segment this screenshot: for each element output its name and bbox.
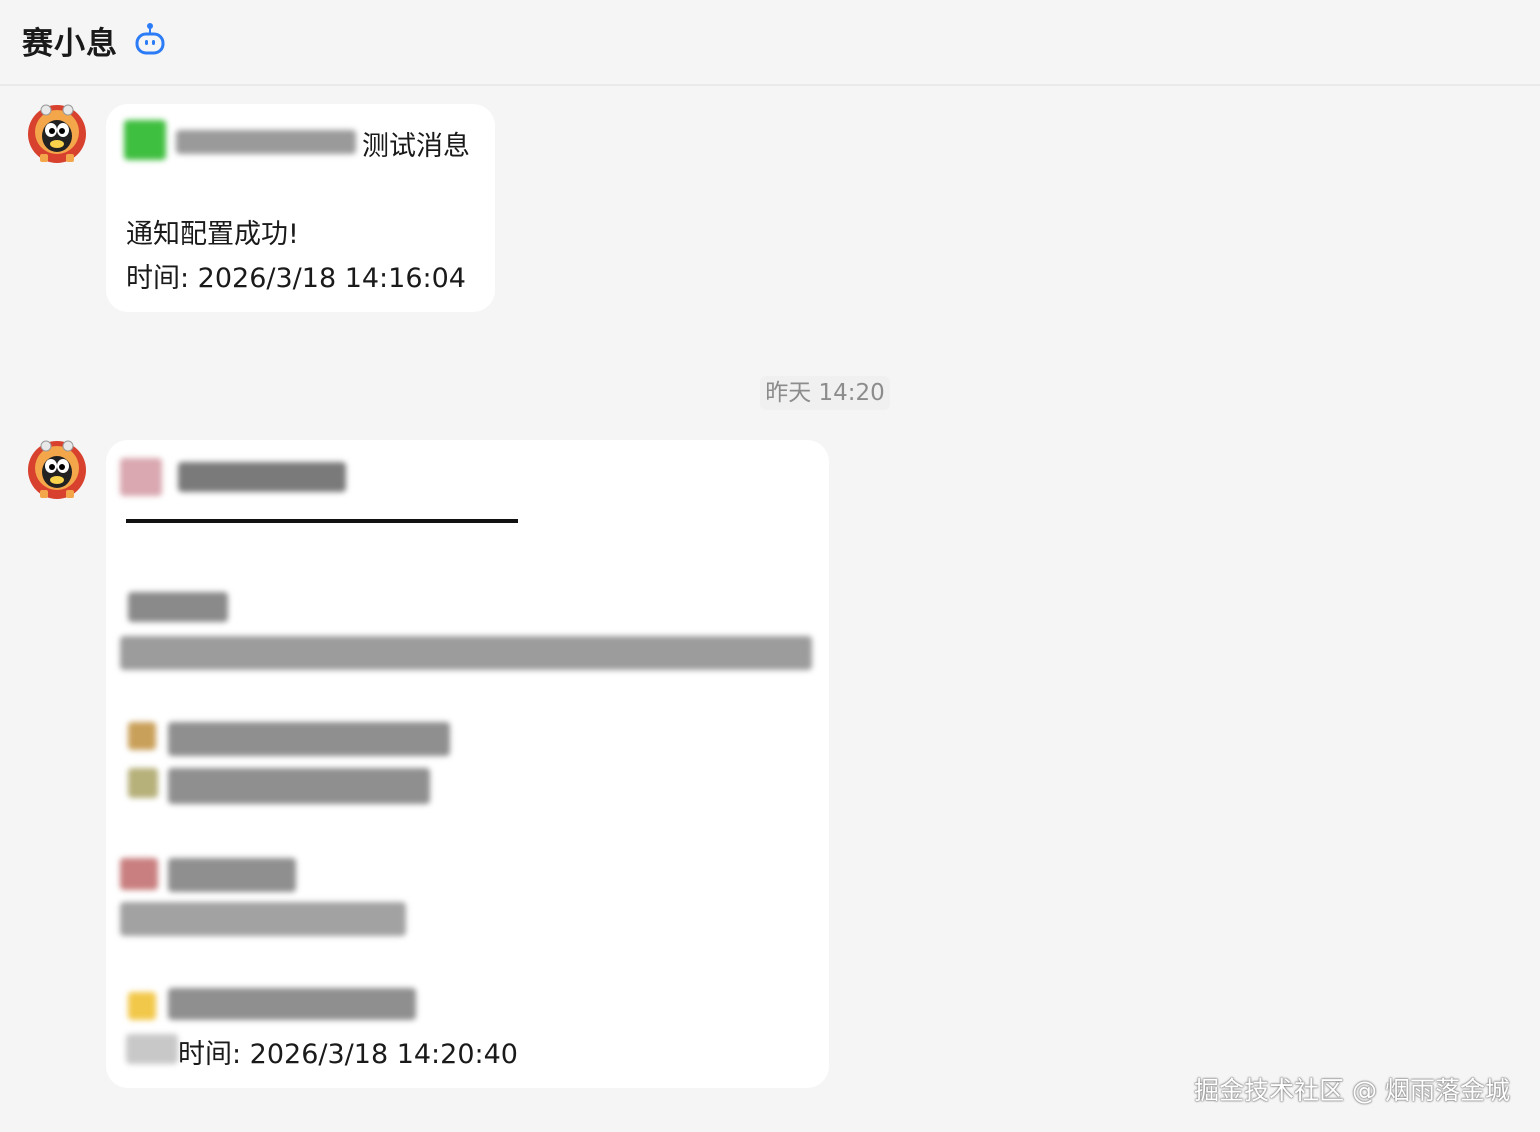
blurred-text [120,636,812,670]
blurred-icon [120,858,158,890]
blurred-text [178,462,346,492]
bot-avatar-icon[interactable] [26,438,88,502]
chat-title: 赛小息 [22,26,118,62]
blurred-icon [128,768,158,798]
blurred-text [128,592,228,622]
message-title-suffix: 测试消息 [362,131,470,162]
watermark: 掘金技术社区 @ 烟雨落金城 [1194,1076,1510,1105]
blurred-icon [126,1034,178,1064]
blurred-icon [120,458,162,496]
divider [126,519,518,523]
blurred-text [168,988,416,1020]
robot-icon[interactable] [134,22,166,56]
message-bubble[interactable]: 测试消息 通知配置成功! 时间: 2026/3/18 14:16:04 [106,104,495,312]
blurred-icon [128,722,156,750]
time-separator: 昨天 14:20 [760,376,890,410]
message-time: 时间: 2026/3/18 14:16:04 [126,263,466,294]
blurred-text [120,902,406,936]
message-body: 通知配置成功! [126,219,299,250]
blurred-text [176,130,356,154]
blurred-text [168,768,430,804]
blurred-icon [128,992,156,1020]
message-bubble[interactable]: 时间: 2026/3/18 14:20:40 [106,440,829,1088]
blurred-text [168,858,296,892]
bot-avatar-icon[interactable] [26,102,88,166]
message-time: 时间: 2026/3/18 14:20:40 [178,1039,518,1070]
blurred-icon [124,120,166,160]
blurred-text [168,722,450,756]
chat-header: 赛小息 [0,0,1540,86]
